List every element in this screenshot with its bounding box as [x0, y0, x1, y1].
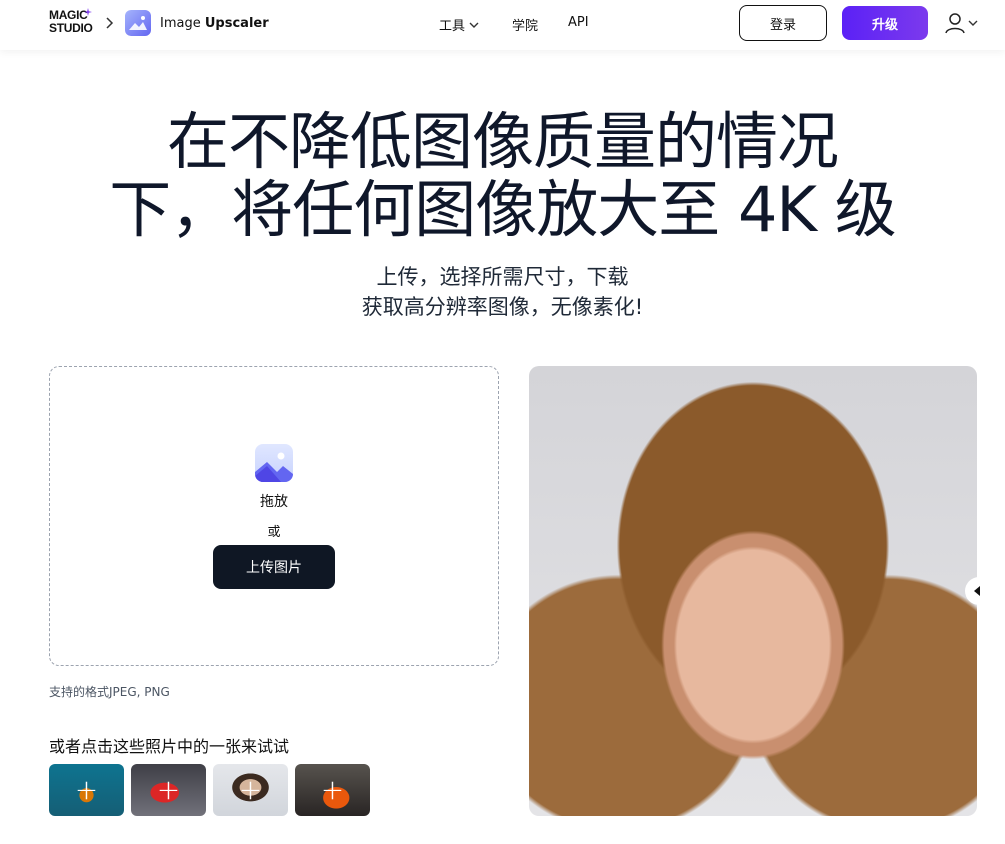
chevron-down-icon [469, 22, 479, 28]
plus-icon: + [74, 773, 99, 806]
upload-image-button[interactable]: 上传图片 [213, 545, 335, 589]
compare-slider-handle[interactable] [965, 577, 989, 605]
sample-image-portrait[interactable]: + [213, 764, 288, 816]
magic-studio-logo[interactable]: MAGIC STUDIO [49, 8, 97, 39]
image-icon [255, 444, 293, 482]
nav-api-link[interactable]: API [568, 15, 589, 30]
page-subtitle: 上传，选择所需尺寸，下载 获取高分辨率图像，无像素化! [0, 262, 1005, 322]
nav-tools-menu[interactable]: 工具 [439, 15, 479, 34]
sample-image-can[interactable]: + [131, 764, 206, 816]
nav-academy-link[interactable]: 学院 [512, 15, 538, 34]
page-title: 在不降低图像质量的情况 下，将任何图像放大至 4K 级 [0, 108, 1005, 244]
supported-formats-text: 支持的格式JPEG, PNG [49, 685, 170, 699]
compare-slider-handle-icon [974, 586, 980, 596]
sample-images-label: 或者点击这些照片中的一张来试试 [49, 737, 290, 756]
before-after-preview-image [529, 366, 977, 816]
chevron-down-icon [968, 20, 978, 26]
plus-icon: + [156, 773, 181, 806]
page-title-line1: 在不降低图像质量的情况 [166, 105, 839, 178]
page-subtitle-line2: 获取高分辨率图像，无像素化! [361, 295, 644, 319]
top-header: MAGIC STUDIO Image Upscaler 工具 学院 API 登录… [0, 0, 1005, 50]
app-name-regular: Image [160, 16, 205, 31]
app-name-bold: Upscaler [204, 16, 269, 31]
sparkle-icon [84, 8, 92, 16]
logo-text-line2: STUDIO [49, 21, 93, 35]
user-icon [945, 13, 965, 34]
upgrade-button[interactable]: 升级 [842, 6, 928, 40]
upload-dropzone[interactable]: 拖放 或 上传图片 [49, 366, 499, 666]
page-subtitle-line1: 上传，选择所需尺寸，下载 [376, 265, 629, 289]
sample-images-list: + + + + [49, 764, 370, 816]
sample-image-car[interactable]: + [295, 764, 370, 816]
chevron-right-icon [106, 17, 114, 29]
sample-image-dog[interactable]: + [49, 764, 124, 816]
app-name[interactable]: Image Upscaler [160, 16, 269, 31]
login-button[interactable]: 登录 [739, 5, 827, 41]
drag-drop-label: 拖放 [260, 494, 288, 510]
plus-icon: + [238, 773, 263, 806]
user-account-menu[interactable] [944, 11, 980, 35]
plus-icon: + [320, 773, 345, 806]
or-label: 或 [267, 525, 281, 540]
nav-tools-label: 工具 [439, 19, 466, 34]
page-title-line2: 下，将任何图像放大至 4K 级 [109, 173, 897, 246]
image-upscaler-app-icon [125, 10, 151, 36]
